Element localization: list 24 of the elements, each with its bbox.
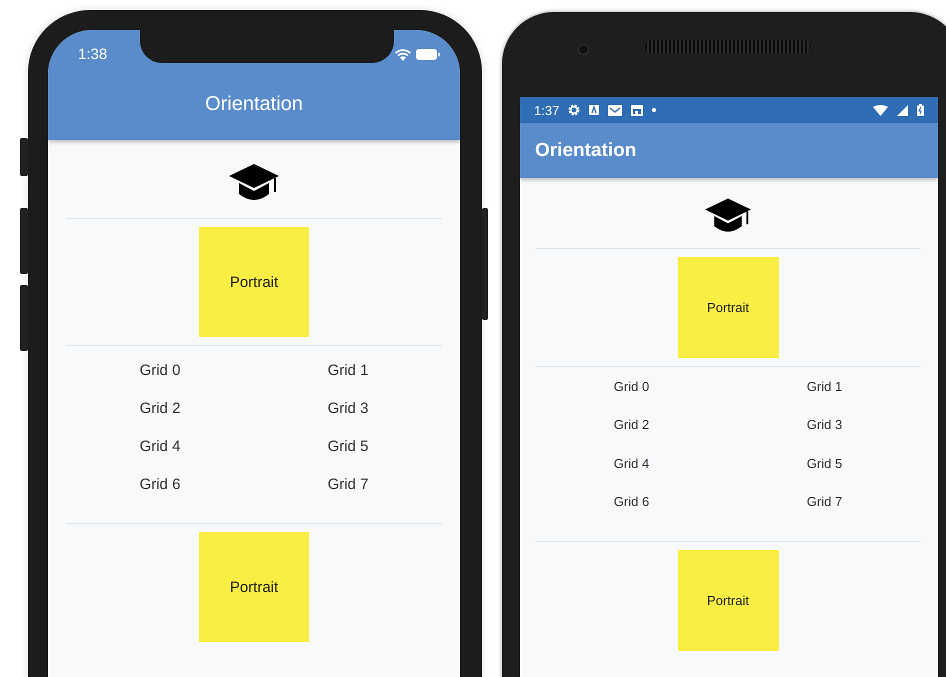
grid-item: Grid 3 (328, 400, 368, 416)
grid-item: Grid 2 (140, 400, 180, 416)
grid-item: Grid 5 (328, 438, 368, 454)
grid-item: Grid 5 (806, 456, 842, 471)
portrait-box: Portrait (678, 257, 778, 358)
status-time: 1:37 (534, 102, 560, 118)
portrait-box: Portrait (199, 227, 309, 337)
grid-item: Grid 7 (328, 476, 368, 492)
portrait-box: Portrait (678, 550, 778, 651)
grid-item: Grid 3 (806, 417, 842, 432)
grid-item: Grid 2 (614, 417, 650, 432)
grid-item: Grid 4 (614, 456, 650, 471)
grid-item: Grid 4 (140, 438, 180, 454)
grid-item: Grid 7 (806, 494, 842, 510)
app-title: Orientation (204, 93, 304, 116)
grid-item: Grid 0 (614, 378, 650, 394)
portrait-box: Portrait (199, 532, 309, 642)
grid-item: Grid 6 (614, 494, 650, 510)
status-time: 1:38 (78, 46, 108, 63)
grid-item: Grid 6 (140, 476, 180, 492)
grid-item: Grid 0 (140, 362, 180, 378)
grid-item: Grid 1 (328, 362, 368, 378)
app-title: Orientation (535, 140, 636, 162)
grid-item: Grid 1 (806, 378, 842, 394)
